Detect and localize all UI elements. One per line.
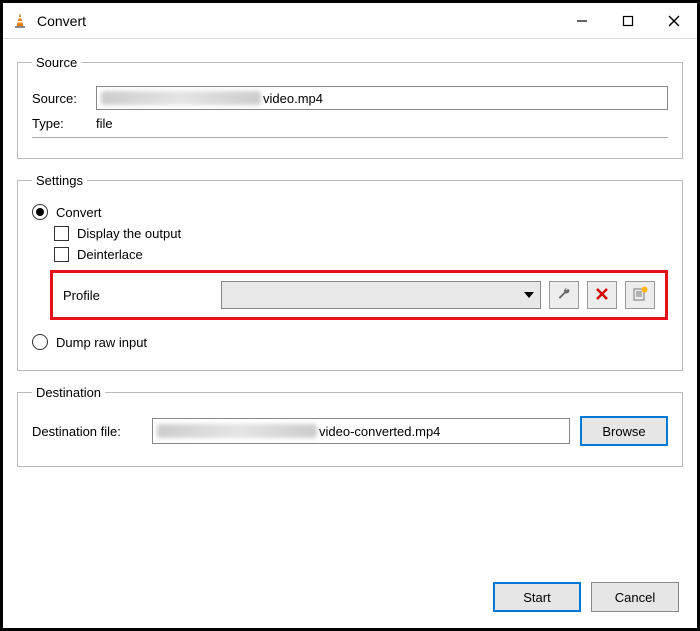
source-label: Source: bbox=[32, 91, 96, 106]
start-button-label: Start bbox=[523, 590, 550, 605]
convert-radio-label: Convert bbox=[56, 205, 102, 220]
profile-label: Profile bbox=[63, 288, 213, 303]
source-group: Source Source: video.mp4 Type: file bbox=[17, 55, 683, 159]
delete-profile-button[interactable] bbox=[587, 281, 617, 309]
close-button[interactable] bbox=[651, 4, 697, 38]
radio-icon bbox=[32, 334, 48, 350]
type-label: Type: bbox=[32, 116, 96, 131]
destination-field[interactable]: video-converted.mp4 bbox=[152, 418, 570, 444]
source-filename: video.mp4 bbox=[263, 91, 323, 106]
chevron-down-icon bbox=[524, 288, 534, 303]
redacted-path bbox=[157, 424, 317, 438]
destination-legend: Destination bbox=[32, 385, 105, 400]
wrench-icon bbox=[556, 286, 572, 305]
window-controls bbox=[559, 4, 697, 38]
vlc-cone-icon bbox=[11, 12, 29, 30]
deinterlace-checkbox[interactable]: Deinterlace bbox=[54, 247, 668, 262]
source-legend: Source bbox=[32, 55, 81, 70]
dump-raw-radio[interactable]: Dump raw input bbox=[32, 334, 668, 350]
display-output-label: Display the output bbox=[77, 226, 181, 241]
settings-group: Settings Convert Display the output Dein… bbox=[17, 173, 683, 371]
display-output-checkbox[interactable]: Display the output bbox=[54, 226, 668, 241]
destination-label: Destination file: bbox=[32, 424, 152, 439]
maximize-button[interactable] bbox=[605, 4, 651, 38]
convert-radio[interactable]: Convert bbox=[32, 204, 668, 220]
new-profile-button[interactable] bbox=[625, 281, 655, 309]
radio-icon bbox=[32, 204, 48, 220]
profile-dropdown[interactable] bbox=[221, 281, 541, 309]
convert-dialog: Convert Source Source: video.mp4 bbox=[0, 0, 700, 631]
type-value: file bbox=[96, 116, 113, 131]
deinterlace-label: Deinterlace bbox=[77, 247, 143, 262]
list-new-icon bbox=[632, 286, 648, 305]
source-field[interactable]: video.mp4 bbox=[96, 86, 668, 110]
dialog-footer: Start Cancel bbox=[3, 570, 697, 628]
minimize-button[interactable] bbox=[559, 4, 605, 38]
checkbox-icon bbox=[54, 247, 69, 262]
browse-button-label: Browse bbox=[602, 424, 645, 439]
settings-legend: Settings bbox=[32, 173, 87, 188]
window-title: Convert bbox=[37, 13, 559, 29]
x-icon bbox=[595, 287, 609, 304]
browse-button[interactable]: Browse bbox=[580, 416, 668, 446]
destination-group: Destination Destination file: video-conv… bbox=[17, 385, 683, 467]
start-button[interactable]: Start bbox=[493, 582, 581, 612]
cancel-button-label: Cancel bbox=[615, 590, 655, 605]
checkbox-icon bbox=[54, 226, 69, 241]
profile-row-highlight: Profile bbox=[50, 270, 668, 320]
edit-profile-button[interactable] bbox=[549, 281, 579, 309]
destination-filename: video-converted.mp4 bbox=[319, 424, 440, 439]
cancel-button[interactable]: Cancel bbox=[591, 582, 679, 612]
redacted-path bbox=[101, 91, 261, 105]
titlebar: Convert bbox=[3, 3, 697, 39]
dump-raw-label: Dump raw input bbox=[56, 335, 147, 350]
